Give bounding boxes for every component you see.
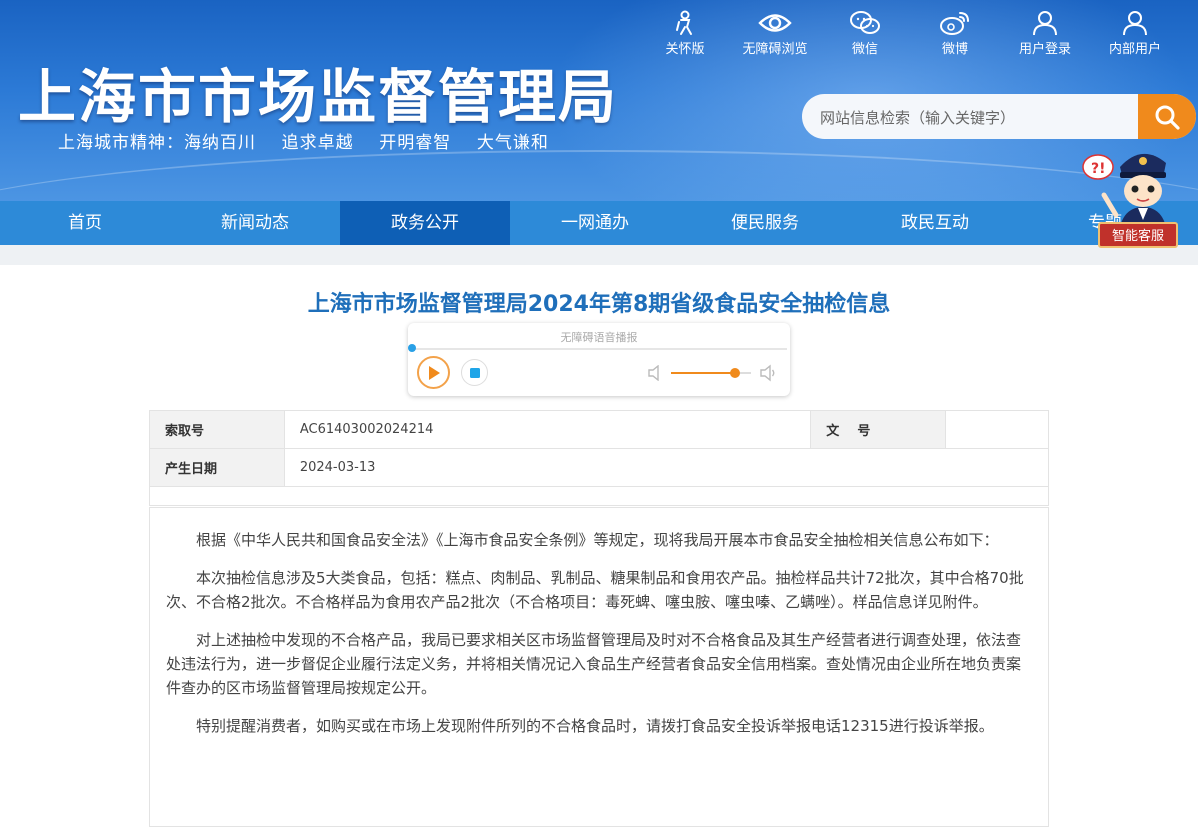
- audio-player-label: 无障碍语音播报: [560, 331, 638, 344]
- table-row: [149, 486, 1049, 506]
- play-icon: [428, 365, 440, 380]
- weibo-icon: [940, 12, 969, 35]
- play-button[interactable]: [417, 356, 450, 389]
- date-label: 产生日期: [149, 448, 285, 487]
- main-nav: 首页 新闻动态 政务公开 一网通办 便民服务 政民互动 专题: [0, 201, 1198, 245]
- article-paragraph: 本次抽检信息涉及5大类食品，包括：糕点、肉制品、乳制品、糖果制品和食用农产品。抽…: [166, 569, 1024, 611]
- table-row: 索取号 AC61403002024214 文 号: [149, 410, 1049, 449]
- site-title[interactable]: 上海市市场监督管理局: [18, 50, 618, 134]
- elderly-care-icon: [676, 10, 692, 35]
- elderly-care-link[interactable]: 关怀版: [640, 8, 730, 58]
- top-link-label: 微博: [941, 42, 968, 57]
- nav-item-online-services[interactable]: 一网通办: [510, 201, 680, 245]
- search-input[interactable]: [818, 94, 1132, 141]
- top-links: 关怀版 无障碍浏览 微信 微博 用户登录 内部用户: [640, 8, 1180, 58]
- search-icon: [1155, 105, 1180, 130]
- nav-item-public-services[interactable]: 便民服务: [680, 201, 850, 245]
- date-value: 2024-03-13: [283, 448, 1050, 487]
- city-slogan: 上海城市精神：海纳百川 追求卓越 开明睿智 大气谦和: [58, 133, 549, 153]
- nav-item-government-affairs[interactable]: 政务公开: [340, 201, 510, 245]
- volume-handle[interactable]: [730, 368, 740, 378]
- internal-user-link[interactable]: 内部用户: [1090, 8, 1180, 58]
- document-number-label: 文 号: [810, 410, 947, 449]
- top-link-label: 无障碍浏览: [742, 42, 808, 57]
- article-title: 上海市市场监督管理局2024年第8期省级食品安全抽检信息: [307, 292, 891, 317]
- document-meta-table: 索取号 AC61403002024214 文 号 产生日期 2024-03-13: [149, 410, 1050, 506]
- volume-high-icon[interactable]: [760, 364, 778, 382]
- index-number-label: 索取号: [149, 410, 285, 449]
- accessibility-link[interactable]: 无障碍浏览: [730, 8, 820, 58]
- article-body: 根据《中华人民共和国食品安全法》《上海市食品安全条例》等规定，现将我局开展本市食…: [149, 507, 1049, 827]
- audio-player: 无障碍语音播报: [408, 323, 790, 396]
- top-link-label: 微信: [851, 42, 878, 57]
- svg-text:?!: ?!: [1091, 161, 1106, 177]
- user-login-link[interactable]: 用户登录: [1000, 8, 1090, 58]
- user-icon: [1123, 11, 1147, 36]
- weibo-link[interactable]: 微博: [910, 8, 1000, 58]
- top-link-label: 关怀版: [665, 42, 705, 57]
- volume-fill: [671, 372, 735, 374]
- audio-progress-track[interactable]: [411, 348, 787, 350]
- stop-icon: [469, 367, 480, 378]
- article-paragraph: 特别提醒消费者，如购买或在市场上发现附件所列的不合格食品时，请拨打食品安全投诉举…: [196, 717, 994, 735]
- document-number-value: [945, 410, 1049, 449]
- wechat-link[interactable]: 微信: [820, 8, 910, 58]
- volume-slider[interactable]: [671, 368, 751, 378]
- audio-progress-handle[interactable]: [408, 344, 416, 352]
- stop-button[interactable]: [461, 359, 488, 386]
- top-link-label: 内部用户: [1108, 42, 1161, 57]
- index-number-value: AC61403002024214: [283, 410, 812, 449]
- wechat-icon: [850, 11, 880, 34]
- content-top-band: [0, 245, 1198, 265]
- top-link-label: 用户登录: [1018, 42, 1071, 57]
- eye-icon: [758, 14, 792, 32]
- search-button[interactable]: [1138, 94, 1196, 139]
- article-paragraph: 根据《中华人民共和国食品安全法》《上海市食品安全条例》等规定，现将我局开展本市食…: [196, 531, 999, 549]
- nav-item-home[interactable]: 首页: [0, 201, 170, 245]
- article-paragraph: 对上述抽检中发现的不合格产品，我局已要求相关区市场监督管理局及时对不合格食品及其…: [166, 631, 1022, 697]
- smart-assistant-label[interactable]: 智能客服: [1098, 222, 1178, 248]
- volume-low-icon[interactable]: [648, 365, 662, 381]
- user-icon: [1033, 11, 1057, 36]
- nav-item-interaction[interactable]: 政民互动: [850, 201, 1020, 245]
- site-header: 上海市市场监督管理局 上海城市精神：海纳百川 追求卓越 开明睿智 大气谦和 关怀…: [0, 0, 1198, 201]
- nav-item-news[interactable]: 新闻动态: [170, 201, 340, 245]
- table-row: 产生日期 2024-03-13: [149, 448, 1050, 487]
- search-box: [802, 94, 1196, 141]
- table-spacer-row: [149, 486, 1049, 506]
